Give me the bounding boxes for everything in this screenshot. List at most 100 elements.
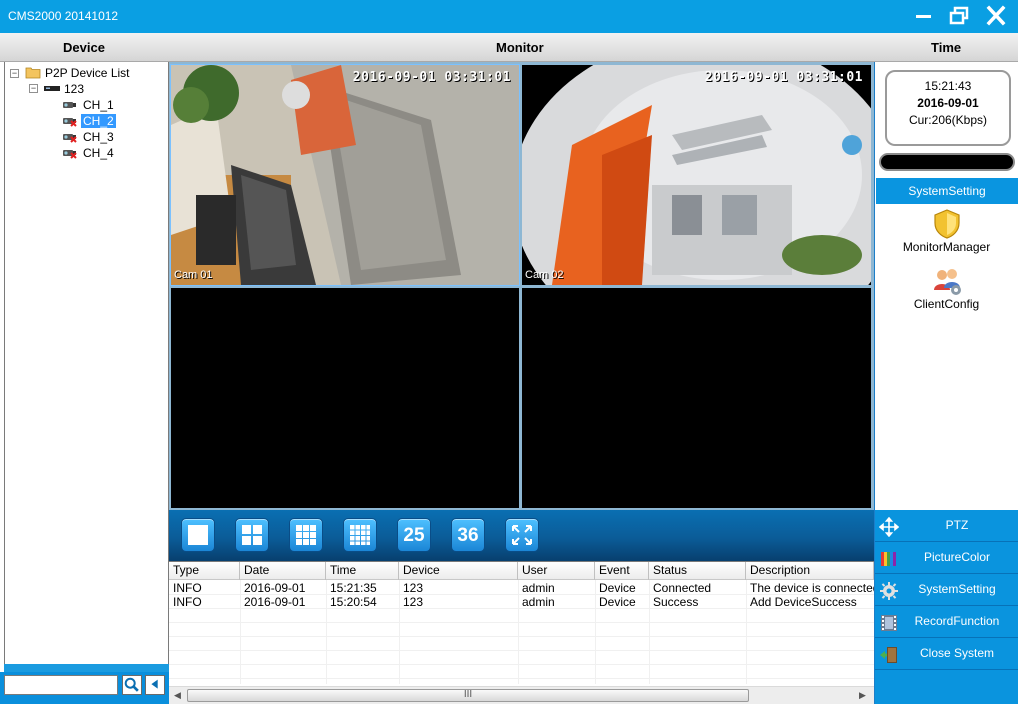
camera-online-icon <box>63 102 76 108</box>
video-cell-4[interactable] <box>522 288 871 508</box>
layout-36-label: 36 <box>457 525 479 546</box>
log-cell: admin <box>522 581 555 595</box>
picture-color-menu-item[interactable]: PictureColor <box>875 542 1018 574</box>
cam-label: Cam 01 <box>174 269 213 281</box>
folder-icon <box>25 67 41 79</box>
quad-screen-icon <box>242 525 262 545</box>
camera-feed-image <box>522 65 871 285</box>
layout-16-button[interactable] <box>343 518 377 552</box>
tree-channel-item[interactable]: CH_1 <box>81 97 116 113</box>
system-setting-label: SystemSetting <box>918 582 996 596</box>
monitor-manager-label: MonitorManager <box>902 240 991 254</box>
log-cell: INFO <box>173 595 202 609</box>
bitrate-readout: Cur:206(Kbps) <box>908 113 988 127</box>
close-system-label: Close System <box>919 646 995 660</box>
device-collapse-toggle[interactable]: − <box>29 84 38 93</box>
log-column-header[interactable]: Description <box>746 562 874 580</box>
layout-4-button[interactable] <box>235 518 269 552</box>
event-log-table: Type Date Time Device User Event Status Descrip… <box>169 561 874 686</box>
single-screen-icon <box>188 525 208 545</box>
clock-display: 15:21:43 2016-09-01 Cur:206(Kbps) <box>885 70 1011 146</box>
log-cell: Device <box>599 595 636 609</box>
layout-9-button[interactable] <box>289 518 323 552</box>
tree-channel-item[interactable]: CH_4 <box>81 145 116 161</box>
layout-25-label: 25 <box>403 525 425 546</box>
channel-label: CH_4 <box>83 146 114 160</box>
layout-25-button[interactable]: 25 <box>397 518 431 552</box>
log-column-header[interactable]: Date <box>240 562 326 580</box>
log-column-header[interactable]: Type <box>169 562 240 580</box>
color-palette-icon <box>881 552 896 566</box>
fullscreen-button[interactable] <box>505 518 539 552</box>
device-panel-footer-bar <box>4 664 169 672</box>
log-row[interactable]: INFO 2016-09-01 15:20:54 123 admin Device Succ… <box>169 595 874 609</box>
system-setting-menu-item[interactable]: SystemSetting <box>875 574 1018 606</box>
close-button[interactable] <box>982 4 1010 28</box>
horizontal-scrollbar[interactable]: ◀ III ▶ <box>169 686 874 704</box>
ptz-menu-item[interactable]: PTZ <box>875 510 1018 542</box>
nine-screen-icon <box>296 525 316 545</box>
restore-button[interactable] <box>946 4 974 28</box>
dvr-device-icon <box>44 86 60 91</box>
log-row[interactable]: INFO 2016-09-01 15:21:35 123 admin Device Conn… <box>169 581 874 595</box>
picture-color-label: PictureColor <box>923 550 991 564</box>
cam-timestamp: 2016-09-01 03:31:01 <box>704 70 863 85</box>
camera-offline-icon <box>63 150 77 159</box>
tree-device-label[interactable]: 123 <box>64 81 84 97</box>
film-icon <box>881 615 897 631</box>
log-cell: 15:20:54 <box>330 595 377 609</box>
search-button[interactable] <box>122 675 142 695</box>
channel-label: CH_2 <box>81 114 116 128</box>
video-cell-1[interactable]: 2016-09-01 03:31:01 Cam 01 <box>170 64 520 286</box>
log-column-header[interactable]: Device <box>399 562 518 580</box>
fullscreen-icon <box>512 525 532 545</box>
log-empty-row <box>169 623 874 637</box>
status-bar <box>879 153 1015 171</box>
client-config-tool[interactable]: ClientConfig <box>875 265 1018 311</box>
channel-label: CH_1 <box>83 98 114 112</box>
log-cell: The device is connected. <box>750 581 874 595</box>
close-icon <box>986 5 1006 26</box>
scroll-thumb[interactable]: III <box>187 689 749 702</box>
arrow-left-icon <box>151 679 158 689</box>
log-column-header[interactable]: Event <box>595 562 649 580</box>
clock-date: 2016-09-01 <box>917 96 979 110</box>
record-function-menu-item[interactable]: RecordFunction <box>875 606 1018 638</box>
log-column-header[interactable]: User <box>518 562 595 580</box>
monitor-header: Monitor <box>496 40 544 55</box>
log-cell: Success <box>653 595 699 609</box>
client-config-label: ClientConfig <box>913 297 980 311</box>
log-empty-row <box>169 637 874 651</box>
window-title: CMS2000 20141012 <box>8 9 119 23</box>
move-arrows-icon <box>879 517 899 537</box>
log-cell: Device <box>599 581 636 595</box>
clock-time: 15:21:43 <box>924 79 972 93</box>
monitor-manager-tool[interactable]: MonitorManager <box>875 208 1018 254</box>
log-column-header[interactable]: Time <box>326 562 399 580</box>
log-empty-row <box>169 665 874 679</box>
video-cell-3[interactable] <box>171 288 519 508</box>
tree-collapse-toggle[interactable]: − <box>10 69 19 78</box>
layout-36-button[interactable]: 36 <box>451 518 485 552</box>
log-column-header[interactable]: Status <box>649 562 746 580</box>
tree-channel-item[interactable]: CH_3 <box>81 129 116 145</box>
tree-root-label[interactable]: P2P Device List <box>45 65 130 81</box>
scroll-right-icon[interactable]: ▶ <box>859 690 866 701</box>
back-button[interactable] <box>145 675 165 695</box>
minimize-button[interactable] <box>910 4 938 28</box>
close-system-menu-item[interactable]: Close System <box>875 638 1018 670</box>
function-menu: PTZ PictureColor SystemSetting RecordFun… <box>875 510 1018 704</box>
layout-1-button[interactable] <box>181 518 215 552</box>
cam-label: Cam 02 <box>525 269 564 281</box>
camera-offline-icon <box>63 134 77 143</box>
log-cell: 2016-09-01 <box>244 581 306 595</box>
system-setting-header: SystemSetting <box>876 178 1018 204</box>
time-panel: 15:21:43 2016-09-01 Cur:206(Kbps) System… <box>874 62 1018 704</box>
search-input[interactable] <box>4 675 118 695</box>
time-header: Time <box>931 40 962 55</box>
video-cell-2[interactable]: 2016-09-01 03:31:01 Cam 02 <box>522 65 871 285</box>
scroll-left-icon[interactable]: ◀ <box>174 690 181 701</box>
log-empty-row <box>169 651 874 665</box>
log-cell: 123 <box>403 595 424 609</box>
tree-channel-item[interactable]: CH_2 <box>81 113 116 129</box>
